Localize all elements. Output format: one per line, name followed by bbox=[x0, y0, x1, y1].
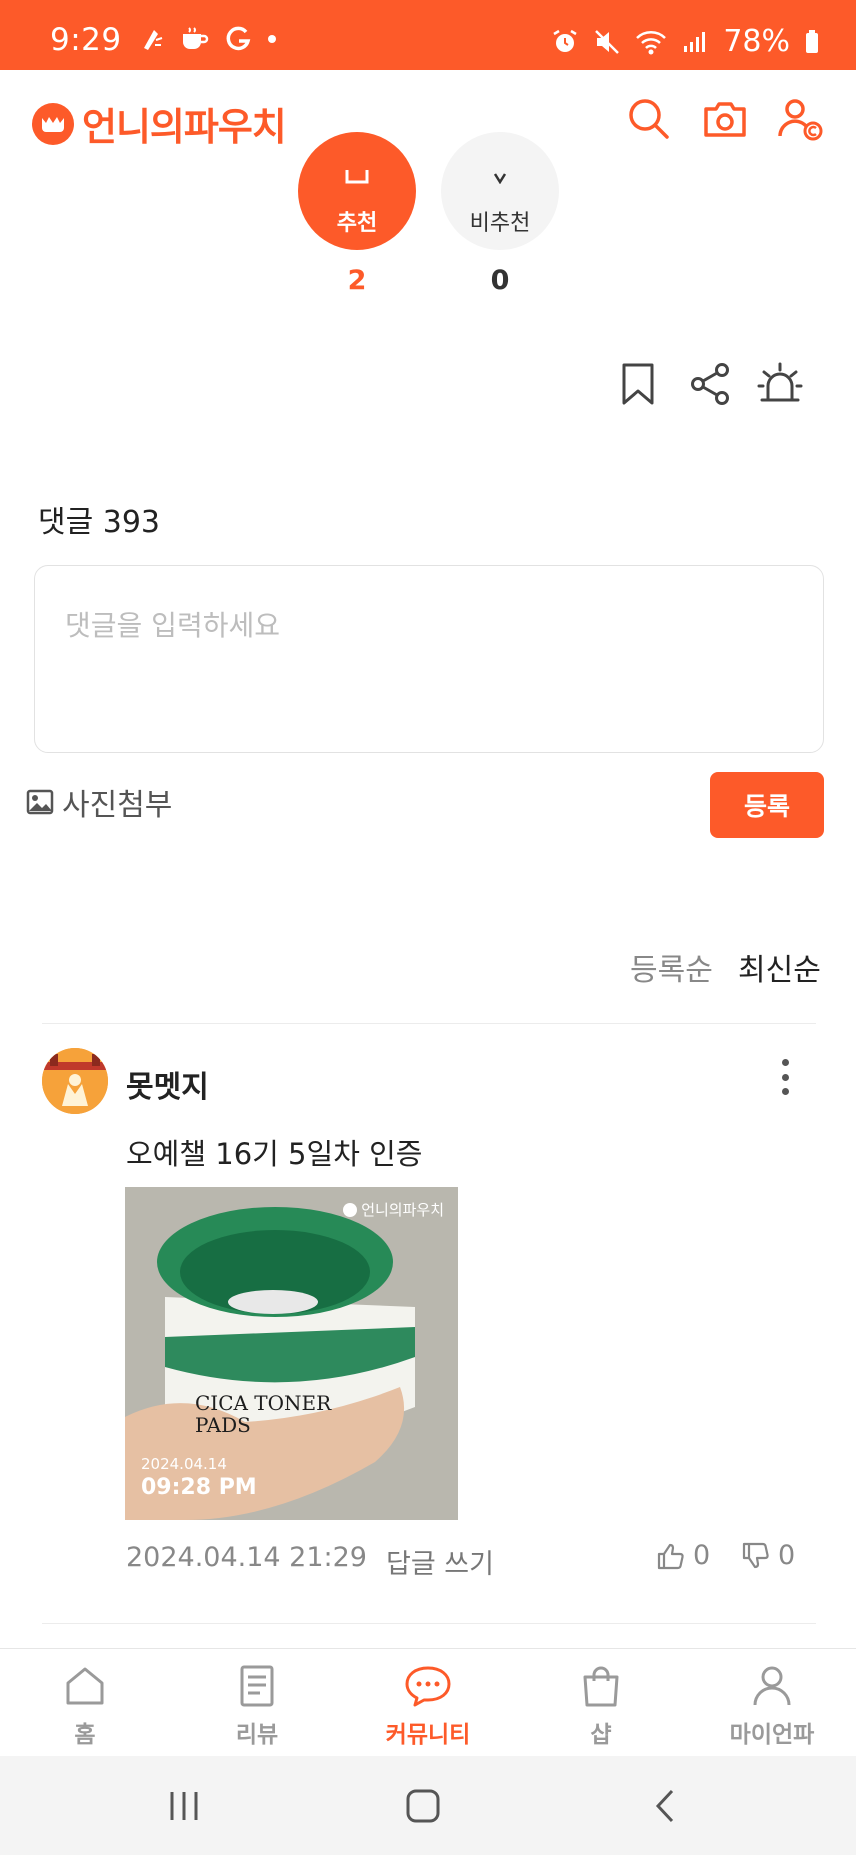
nav-my[interactable]: 마이언파 bbox=[697, 1649, 847, 1757]
image-icon bbox=[26, 789, 54, 815]
dislike-count: 0 bbox=[778, 1540, 796, 1571]
register-button[interactable]: 등록 bbox=[710, 772, 824, 838]
recommend-icon bbox=[345, 170, 369, 184]
comment-text: 오예챌 16기 5일차 인증 bbox=[126, 1137, 423, 1171]
divider bbox=[42, 1623, 816, 1624]
status-dot bbox=[268, 35, 276, 43]
recent-apps-icon[interactable] bbox=[166, 1788, 202, 1824]
user-icon bbox=[753, 1666, 791, 1706]
back-icon[interactable] bbox=[648, 1788, 684, 1824]
system-nav-bar bbox=[0, 1756, 856, 1855]
comments-title: 댓글 393 bbox=[38, 505, 160, 540]
recommend-count: 2 bbox=[347, 265, 367, 296]
nav-label: 리뷰 bbox=[235, 1722, 279, 1748]
avatar[interactable] bbox=[42, 1048, 108, 1114]
wifi-icon bbox=[636, 30, 667, 54]
reply-button[interactable]: 답글 쓰기 bbox=[386, 1542, 494, 1581]
recommend-label: 추천 bbox=[336, 211, 378, 236]
status-system-icons: 78% bbox=[551, 24, 820, 59]
camera-icon[interactable] bbox=[700, 94, 750, 144]
mute-icon bbox=[595, 29, 620, 54]
home-button-icon[interactable] bbox=[405, 1788, 441, 1824]
attach-photo-button[interactable]: 사진첨부 bbox=[26, 780, 172, 824]
like-count: 0 bbox=[693, 1540, 711, 1571]
not-recommend-count: 0 bbox=[490, 265, 510, 296]
nav-label: 마이언파 bbox=[729, 1722, 815, 1748]
signal-icon bbox=[684, 31, 706, 52]
comment-photo[interactable]: CICA TONER PADS 언니의파우치 2024.04.14 09:28 … bbox=[125, 1187, 458, 1520]
photo-stamp-date: 2024.04.14 bbox=[141, 1455, 227, 1473]
watermark-logo-icon bbox=[343, 1202, 358, 1217]
g-icon bbox=[226, 26, 251, 51]
sort-latest[interactable]: 최신순 bbox=[738, 945, 821, 989]
not-recommend-icon bbox=[493, 173, 507, 184]
watermark-text: 언니의파우치 bbox=[361, 1201, 444, 1219]
nav-review[interactable]: 리뷰 bbox=[182, 1649, 332, 1757]
bookmark-icon[interactable] bbox=[614, 360, 662, 408]
alarm-icon bbox=[553, 29, 577, 52]
nav-label: 홈 bbox=[74, 1722, 96, 1748]
nav-community[interactable]: 커뮤니티 bbox=[353, 1649, 503, 1757]
sort-registered[interactable]: 등록순 bbox=[630, 945, 713, 989]
comment-date: 2024.04.14 21:29 bbox=[126, 1542, 367, 1573]
profile-icon[interactable] bbox=[775, 94, 825, 144]
report-siren-icon[interactable] bbox=[756, 360, 804, 408]
battery-icon bbox=[806, 29, 818, 53]
photo-stamp-time: 09:28 PM bbox=[141, 1475, 257, 1500]
status-bar: 9:29 78% bbox=[0, 0, 856, 70]
like-button[interactable]: 0 bbox=[655, 1540, 710, 1571]
logo-mark-icon bbox=[32, 102, 74, 145]
app-header: 언니의파우치 bbox=[0, 70, 856, 170]
app-name: 언니의파우치 bbox=[82, 105, 287, 149]
search-icon[interactable] bbox=[624, 94, 674, 144]
dislike-button[interactable]: 0 bbox=[740, 1540, 795, 1571]
thumbs-up-icon bbox=[657, 1543, 684, 1569]
shop-bag-icon bbox=[583, 1666, 619, 1707]
photo-watermark: 언니의파우치 bbox=[343, 1199, 444, 1220]
nav-label: 커뮤니티 bbox=[385, 1722, 471, 1748]
comment-author[interactable]: 못멧지 bbox=[126, 1062, 209, 1106]
home-icon bbox=[66, 1667, 104, 1705]
status-notification-icons bbox=[140, 26, 276, 52]
thumbs-down-icon bbox=[742, 1542, 769, 1568]
comment-input[interactable] bbox=[34, 565, 824, 753]
app-logo[interactable]: 언니의파우치 bbox=[32, 96, 287, 151]
community-chat-icon bbox=[405, 1666, 451, 1707]
battery-percent: 78% bbox=[723, 24, 790, 59]
sparkle-icon bbox=[144, 30, 163, 50]
attach-photo-label: 사진첨부 bbox=[62, 788, 173, 823]
share-icon[interactable] bbox=[686, 360, 734, 408]
nav-shop[interactable]: 샵 bbox=[526, 1649, 676, 1757]
divider bbox=[42, 1023, 816, 1024]
bottom-nav: 홈 리뷰 커뮤니티 샵 마이언파 bbox=[0, 1648, 856, 1756]
coffee-icon bbox=[183, 27, 209, 49]
more-options-icon[interactable] bbox=[770, 1055, 800, 1099]
status-time: 9:29 bbox=[50, 22, 122, 58]
nav-home[interactable]: 홈 bbox=[10, 1649, 160, 1757]
not-recommend-label: 비추천 bbox=[469, 211, 531, 236]
nav-label: 샵 bbox=[590, 1722, 612, 1748]
product-label-text: CICA TONER PADS bbox=[195, 1391, 332, 1437]
review-icon bbox=[240, 1665, 274, 1707]
